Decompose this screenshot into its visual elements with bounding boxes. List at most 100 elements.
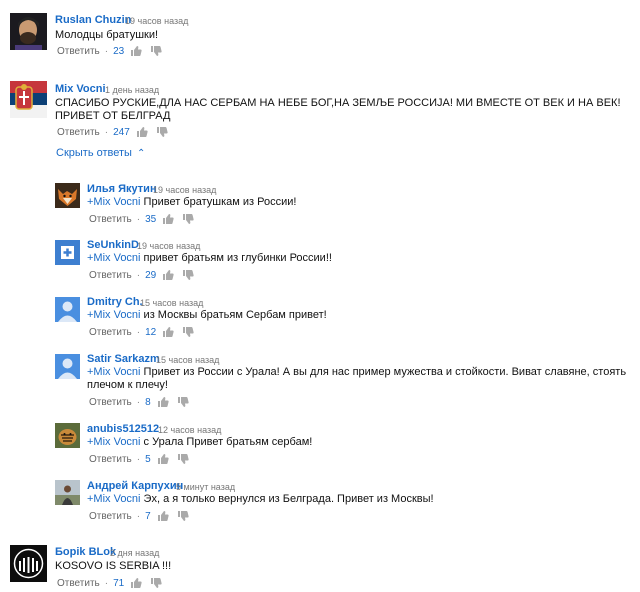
reply-time[interactable]: 12 часов назад xyxy=(158,425,221,435)
comment-author[interactable]: Борik BLok xyxy=(55,546,116,558)
reply-author[interactable]: Илья Якутин xyxy=(87,183,157,195)
like-count: 29 xyxy=(145,269,157,281)
like-count: 5 xyxy=(145,453,151,465)
thumbs-down-icon[interactable] xyxy=(150,45,162,57)
comment-text: СПАСИБО РУСКИЕ,ДЛА НАС СЕРБАМ НА НЕБЕ БО… xyxy=(55,97,621,122)
reply-text: +Mix Vocni Привет из России с Урала! А в… xyxy=(87,366,632,392)
avatar[interactable] xyxy=(10,81,47,118)
mention-link[interactable]: +Mix Vocni xyxy=(87,366,141,378)
comment-text: KOSOVO IS SERBIA !!! xyxy=(55,560,172,572)
separator: · xyxy=(104,45,109,57)
like-count: 23 xyxy=(113,45,125,57)
avatar[interactable] xyxy=(55,240,80,265)
thumbs-down-icon[interactable] xyxy=(182,269,194,281)
reply-time[interactable]: 5 минут назад xyxy=(176,482,235,492)
avatar[interactable] xyxy=(55,480,80,505)
thumbs-down-icon[interactable] xyxy=(182,213,194,225)
thumbs-up-icon[interactable] xyxy=(162,269,174,281)
comment-actions: Ответить · 23 xyxy=(57,45,170,57)
separator: · xyxy=(136,213,141,225)
separator: · xyxy=(136,453,141,465)
separator: · xyxy=(136,510,141,522)
thumbs-up-icon[interactable] xyxy=(162,326,174,338)
reply-time[interactable]: 19 часов назад xyxy=(137,241,200,251)
toggle-label: Скрыть ответы xyxy=(56,147,132,159)
reply-time[interactable]: 15 часов назад xyxy=(156,355,219,365)
reply-body: Эх, а я только вернулся из Белграда. При… xyxy=(140,493,434,505)
reply-actions: Ответить · 7 xyxy=(89,510,197,522)
reply-button[interactable]: Ответить xyxy=(57,578,100,589)
mention-link[interactable]: +Mix Vocni xyxy=(87,493,141,505)
separator: · xyxy=(136,269,141,281)
reply-button[interactable]: Ответить xyxy=(89,511,132,522)
like-count: 8 xyxy=(145,396,151,408)
separator: · xyxy=(104,126,109,138)
reply-body: привет братьям из глубинки России!! xyxy=(140,252,332,264)
reply-body: из Москвы братьям Сербам привет! xyxy=(140,309,327,321)
reply-author[interactable]: anubis512512 xyxy=(87,423,159,435)
hide-replies-toggle[interactable]: Скрыть ответы ⌃ xyxy=(56,147,145,159)
reply-button[interactable]: Ответить xyxy=(89,454,132,465)
mention-link[interactable]: +Mix Vocni xyxy=(87,436,141,448)
thumbs-up-icon[interactable] xyxy=(130,45,142,57)
reply-button[interactable]: Ответить xyxy=(89,397,132,408)
thumbs-up-icon[interactable] xyxy=(157,510,169,522)
reply-actions: Ответить · 35 xyxy=(89,213,202,225)
thumbs-down-icon[interactable] xyxy=(177,510,189,522)
reply-author[interactable]: Dmitry Ch. xyxy=(87,296,143,308)
avatar[interactable] xyxy=(55,423,80,448)
reply-time[interactable]: 15 часов назад xyxy=(140,298,203,308)
separator: · xyxy=(136,326,141,338)
reply-author[interactable]: Андрей Карпухин xyxy=(87,480,183,492)
thumbs-down-icon[interactable] xyxy=(182,326,194,338)
comment-author[interactable]: Ruslan Chuzin xyxy=(55,14,131,26)
reply-button[interactable]: Ответить xyxy=(89,327,132,338)
reply-actions: Ответить · 12 xyxy=(89,326,202,338)
thumbs-down-icon[interactable] xyxy=(177,396,189,408)
like-count: 247 xyxy=(113,126,130,138)
comment-time[interactable]: 1 день назад xyxy=(105,85,159,95)
like-count: 71 xyxy=(113,577,125,589)
reply-author[interactable]: Satir Sarkazm xyxy=(87,353,160,365)
chevron-up-icon: ⌃ xyxy=(136,147,146,159)
avatar[interactable] xyxy=(55,354,80,379)
like-count: 7 xyxy=(145,510,151,522)
like-count: 12 xyxy=(145,326,157,338)
comment-time[interactable]: 2 дня назад xyxy=(110,548,159,558)
reply-time[interactable]: 19 часов назад xyxy=(153,185,216,195)
reply-button[interactable]: Ответить xyxy=(89,214,132,225)
thumbs-down-icon[interactable] xyxy=(156,126,168,138)
reply-button[interactable]: Ответить xyxy=(57,127,100,138)
reply-actions: Ответить · 5 xyxy=(89,453,197,465)
thumbs-up-icon[interactable] xyxy=(157,453,169,465)
reply-button[interactable]: Ответить xyxy=(57,46,100,57)
reply-text: +Mix Vocni Привет братушкам из России! xyxy=(87,196,627,209)
reply-text: +Mix Vocni Эх, а я только вернулся из Бе… xyxy=(87,493,627,506)
reply-body: с Урала Привет братьям сербам! xyxy=(140,436,313,448)
thumbs-down-icon[interactable] xyxy=(150,577,162,589)
avatar[interactable] xyxy=(10,13,47,50)
mention-link[interactable]: +Mix Vocni xyxy=(87,196,141,208)
separator: · xyxy=(104,577,109,589)
thumbs-up-icon[interactable] xyxy=(157,396,169,408)
comment-text: Молодцы братушки! xyxy=(55,29,159,41)
reply-text: +Mix Vocni привет братьям из глубинки Ро… xyxy=(87,252,627,265)
comment-author[interactable]: Mix Vocni xyxy=(55,83,106,95)
mention-link[interactable]: +Mix Vocni xyxy=(87,252,141,264)
reply-author[interactable]: SeUnkinD xyxy=(87,239,139,251)
avatar[interactable] xyxy=(55,297,80,322)
thumbs-up-icon[interactable] xyxy=(162,213,174,225)
thumbs-up-icon[interactable] xyxy=(130,577,142,589)
thumbs-down-icon[interactable] xyxy=(177,453,189,465)
reply-actions: Ответить · 29 xyxy=(89,269,202,281)
reply-text: +Mix Vocni из Москвы братьям Сербам прив… xyxy=(87,309,627,322)
reply-button[interactable]: Ответить xyxy=(89,270,132,281)
reply-text: +Mix Vocni с Урала Привет братьям сербам… xyxy=(87,436,627,449)
separator: · xyxy=(136,396,141,408)
avatar[interactable] xyxy=(10,545,47,582)
avatar[interactable] xyxy=(55,183,80,208)
comment-time[interactable]: 19 часов назад xyxy=(125,16,188,26)
thumbs-up-icon[interactable] xyxy=(136,126,148,138)
reply-actions: Ответить · 8 xyxy=(89,396,197,408)
mention-link[interactable]: +Mix Vocni xyxy=(87,309,141,321)
